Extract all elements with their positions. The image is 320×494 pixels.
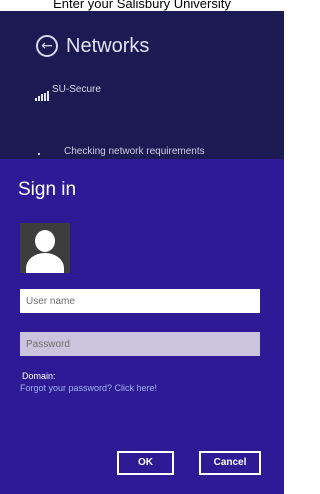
cancel-button[interactable]: Cancel [199,451,261,475]
forgot-password-link[interactable]: Forgot your password? Click here! [20,383,157,393]
ok-button[interactable]: OK [117,451,174,475]
networks-pane: ← Networks SU-Secure Checking network re… [0,11,284,159]
wifi-signal-icon [35,91,49,101]
progress-dot-icon [38,153,40,155]
back-arrow-icon[interactable]: ← [36,35,58,57]
signin-title: Sign in [18,179,77,200]
password-input[interactable] [20,332,260,356]
user-avatar-icon [20,223,70,273]
status-text: Checking network requirements [64,146,205,157]
page-title: Networks [66,35,150,57]
caption-text: Enter your Salisbury University [0,0,284,11]
signin-panel: Sign in Domain: Forgot your password? Cl… [0,159,284,494]
network-name[interactable]: SU-Secure [52,84,101,95]
username-input[interactable] [20,289,260,313]
domain-label: Domain: [22,371,56,381]
